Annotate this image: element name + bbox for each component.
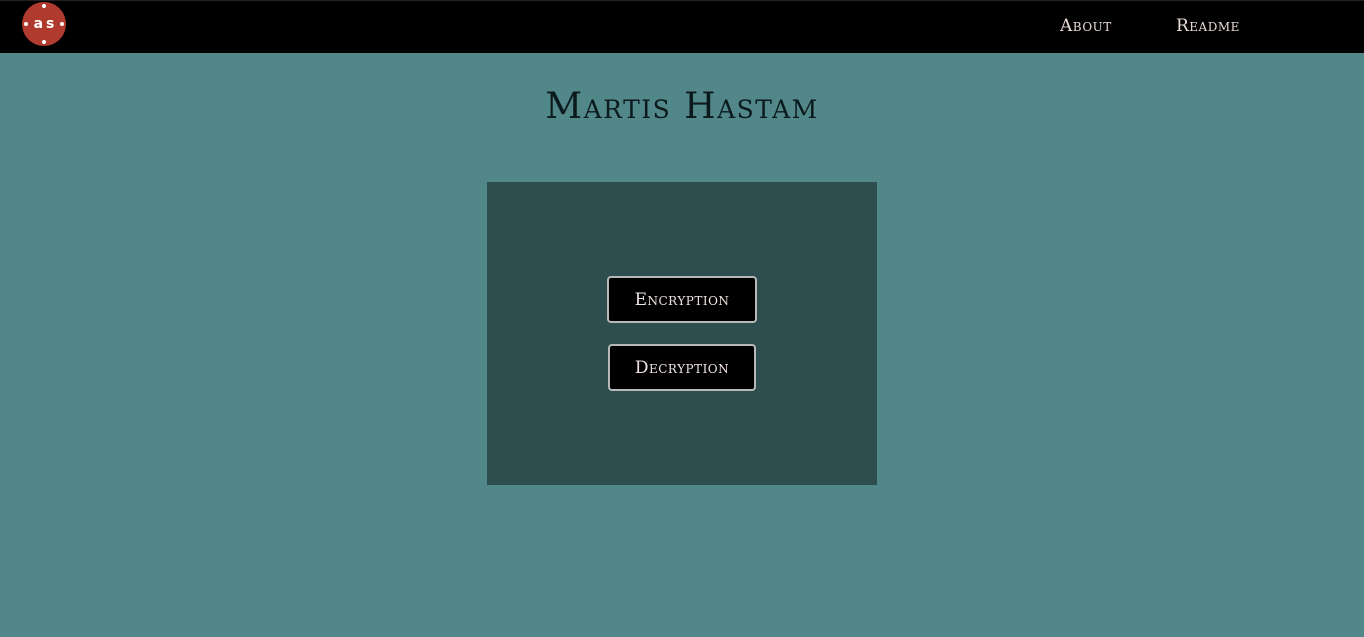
encryption-button[interactable]: Encryption bbox=[607, 276, 757, 323]
page-title: Martis Hastam bbox=[545, 86, 819, 127]
navbar: as About Readme bbox=[0, 0, 1364, 53]
nav-link-about[interactable]: About bbox=[1060, 16, 1112, 36]
logo-dot bbox=[42, 40, 46, 44]
nav-link-readme[interactable]: Readme bbox=[1176, 16, 1240, 36]
logo-dot bbox=[24, 22, 28, 26]
logo-dot bbox=[60, 22, 64, 26]
logo-dot bbox=[42, 4, 46, 8]
action-panel: Encryption Decryption bbox=[487, 182, 877, 485]
decryption-button[interactable]: Decryption bbox=[608, 344, 756, 391]
logo[interactable]: as bbox=[22, 2, 66, 46]
